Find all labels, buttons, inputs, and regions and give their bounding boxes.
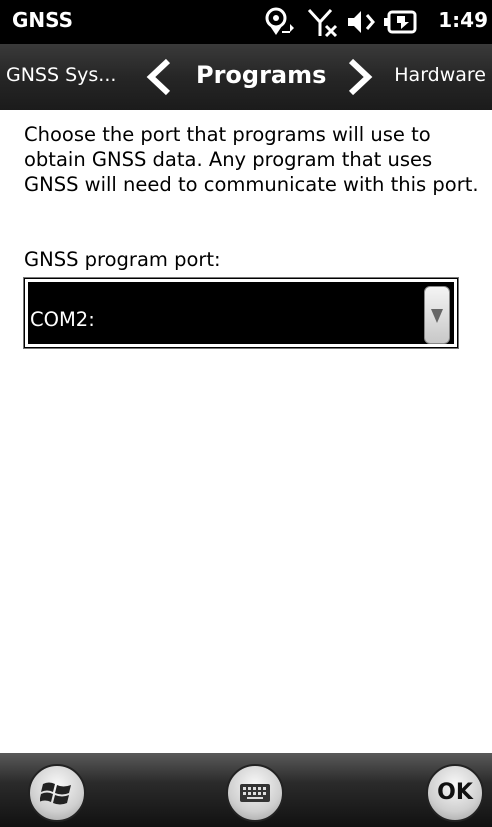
ok-button[interactable]: OK xyxy=(426,764,484,822)
tab-navigation: GNSS Sys... Programs Hardware xyxy=(0,44,492,111)
keyboard-icon xyxy=(240,784,270,802)
status-app-title: GNSS xyxy=(12,8,74,32)
port-label: GNSS program port: xyxy=(24,248,221,271)
tab-next[interactable]: Hardware xyxy=(394,64,486,86)
port-select[interactable]: COM2: xyxy=(23,277,459,349)
dropdown-arrow-icon[interactable] xyxy=(424,286,450,344)
keyboard-button[interactable] xyxy=(226,764,284,822)
ok-label: OK xyxy=(437,780,473,805)
no-signal-icon xyxy=(307,8,338,38)
bottom-bar: OK xyxy=(0,753,492,827)
status-time: 1:49 xyxy=(438,8,488,32)
windows-start-icon xyxy=(40,782,71,805)
tab-current: Programs xyxy=(196,61,327,89)
port-select-field[interactable]: COM2: xyxy=(28,282,454,344)
content-area: Choose the port that programs will use t… xyxy=(0,110,492,753)
start-button[interactable] xyxy=(28,764,86,822)
status-bar: GNSS 1:49 xyxy=(0,0,492,44)
chevron-left-icon[interactable] xyxy=(144,58,174,96)
tab-previous[interactable]: GNSS Sys... xyxy=(6,64,116,86)
chevron-right-icon[interactable] xyxy=(345,58,375,96)
volume-icon xyxy=(348,11,375,33)
battery-charging-icon xyxy=(384,10,417,34)
port-select-value: COM2: xyxy=(30,308,95,331)
gps-satellite-icon xyxy=(265,7,294,35)
port-description: Choose the port that programs will use t… xyxy=(24,123,479,196)
